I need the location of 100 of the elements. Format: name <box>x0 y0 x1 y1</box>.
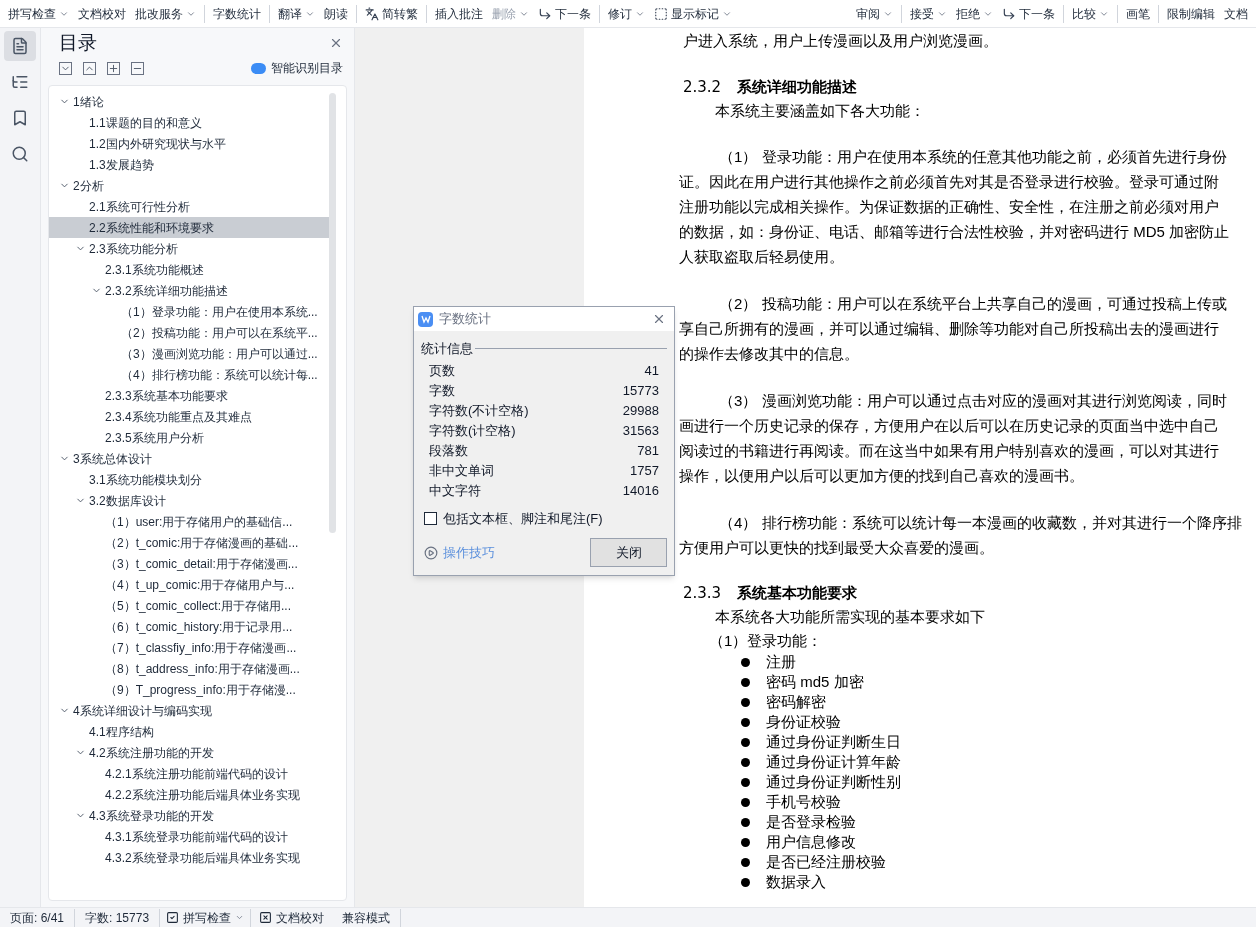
markup-icon <box>654 6 668 21</box>
stat-value: 1757 <box>630 461 659 480</box>
bullet-text: 身份证校验 <box>766 711 841 732</box>
toc-item[interactable]: （3）漫画浏览功能：用户可以通过... <box>49 343 329 364</box>
rail-tab[interactable] <box>4 31 36 61</box>
toolbar-button[interactable]: 画笔 <box>1126 4 1150 23</box>
body-text: （2） 投稿功能：用户可以在系统平台上共享自己的漫画，可通过投稿上传或 <box>718 294 1228 314</box>
toc-item[interactable]: 4.3.2系统登录功能后端具体业务实现 <box>49 847 329 868</box>
toolbar-button[interactable]: 修订 <box>608 4 645 23</box>
body-text: （3） 漫画浏览功能：用户可以通过点击对应的漫画对其进行浏览阅读，同时 <box>718 391 1228 411</box>
toc-item[interactable]: 1.1课题的目的和意义 <box>49 112 329 133</box>
outline-icon <box>11 37 29 55</box>
toolbar-button[interactable]: 文档 <box>1224 4 1248 23</box>
toolbar-button[interactable]: 显示标记 <box>654 4 732 23</box>
toc-item[interactable]: 2.3.2系统详细功能描述 <box>49 280 329 301</box>
stat-label: 字数 <box>429 381 455 400</box>
toolbar-button[interactable]: 限制编辑 <box>1167 4 1215 23</box>
bullet-text: 数据录入 <box>766 871 826 892</box>
caret-icon <box>235 913 245 922</box>
toc-item[interactable]: （8）t_address_info:用于存储漫画... <box>49 658 329 679</box>
close-icon[interactable] <box>329 36 343 50</box>
checkbox[interactable] <box>424 511 437 525</box>
toc-item[interactable]: 2分析 <box>49 175 329 196</box>
app-logo-icon <box>418 311 433 327</box>
stat-label: 字符数(计空格) <box>429 421 516 440</box>
toc-item[interactable]: 4.2.2系统注册功能后端具体业务实现 <box>49 784 329 805</box>
toc-item[interactable]: 4.2.1系统注册功能前端代码的设计 <box>49 763 329 784</box>
body-text: 阅读过的书籍进行再阅读。而在这当中如果有用户特别喜欢的漫画，可以对其进行 <box>679 441 1220 461</box>
toc-item[interactable]: （5）t_comic_collect:用于存储用... <box>49 595 329 616</box>
tree-icon <box>11 73 29 91</box>
toc-item[interactable]: 1.3发展趋势 <box>49 154 329 175</box>
search-icon <box>11 145 29 163</box>
toc-item[interactable]: 2.3.4系统功能重点及其难点 <box>49 406 329 427</box>
toolbar-button[interactable]: 拒绝 <box>956 4 993 23</box>
collapse-icon[interactable] <box>59 61 72 75</box>
spell-check-button[interactable]: 拼写检查 <box>160 908 252 927</box>
bullet-icon <box>741 717 750 727</box>
bullet-text: 密码解密 <box>766 691 826 712</box>
toc-item[interactable]: 2.2系统性能和环境要求 <box>49 217 329 238</box>
toolbar-button[interactable]: 批改服务 <box>135 4 196 23</box>
minus-icon[interactable] <box>131 61 144 75</box>
toolbar-button[interactable]: 翻译 <box>278 4 315 23</box>
body-text: 本系统主要涵盖如下各大功能： <box>714 101 926 121</box>
bullet-icon <box>741 737 750 747</box>
toolbar-button[interactable]: 文档校对 <box>78 4 126 23</box>
stat-label: 中文字符 <box>429 481 481 500</box>
toc-item[interactable]: （4）t_up_comic:用于存储用户与... <box>49 574 329 595</box>
bullet-icon <box>741 837 750 847</box>
toolbar-button[interactable]: 下一条 <box>1002 4 1055 23</box>
scrollbar-thumb[interactable] <box>329 93 336 533</box>
toc-item[interactable]: 1.2国内外研究现状与水平 <box>49 133 329 154</box>
toc-item[interactable]: （1）user:用于存储用户的基础信... <box>49 511 329 532</box>
toc-item[interactable]: 3.1系统功能模块划分 <box>49 469 329 490</box>
toc-item[interactable]: 4系统详细设计与编码实现 <box>49 700 329 721</box>
toolbar-button[interactable]: 下一条 <box>538 4 591 23</box>
stat-label: 字符数(不计空格) <box>429 401 529 420</box>
toolbar-button[interactable]: 插入批注 <box>435 4 483 23</box>
toc-item[interactable]: 4.3系统登录功能的开发 <box>49 805 329 826</box>
toolbar-button[interactable]: 接受 <box>910 4 947 23</box>
toolbar-button[interactable]: 朗读 <box>324 4 348 23</box>
mode-label: 兼容模式 <box>332 908 402 927</box>
toc-item[interactable]: 4.1程序结构 <box>49 721 329 742</box>
toolbar-button[interactable]: 拼写检查 <box>8 4 69 23</box>
toc-item[interactable]: 2.3.3系统基本功能要求 <box>49 385 329 406</box>
toc-item[interactable]: 3系统总体设计 <box>49 448 329 469</box>
toc-item[interactable]: 4.3.1系统登录功能前端代码的设计 <box>49 826 329 847</box>
toc-item[interactable]: 2.3.1系统功能概述 <box>49 259 329 280</box>
toc-item[interactable]: 1绪论 <box>49 91 329 112</box>
body-text: 本系统各大功能所需实现的基本要求如下 <box>714 607 986 627</box>
toc-item[interactable]: 3.2数据库设计 <box>49 490 329 511</box>
toc-item[interactable]: （1）登录功能：用户在使用本系统... <box>49 301 329 322</box>
body-text: 证。因此在用户进行其他操作之前必须首先对其是否登录进行校验。登录可通过附 <box>679 172 1220 192</box>
close-icon[interactable] <box>652 312 666 326</box>
stat-label: 非中文单词 <box>429 461 494 480</box>
toolbar-button[interactable]: 字数统计 <box>213 4 261 23</box>
toc-item[interactable]: （6）t_comic_history:用于记录用... <box>49 616 329 637</box>
close-button[interactable]: 关闭 <box>590 538 667 567</box>
toc-item[interactable]: （2）投稿功能：用户可以在系统平... <box>49 322 329 343</box>
toc-item[interactable]: 4.2系统注册功能的开发 <box>49 742 329 763</box>
toolbar-button[interactable]: 简转繁 <box>365 4 418 23</box>
toc-item[interactable]: 2.3系统功能分析 <box>49 238 329 259</box>
toc-item[interactable]: （4）排行榜功能：系统可以统计每... <box>49 364 329 385</box>
expand-icon[interactable] <box>83 61 96 75</box>
toc-item[interactable]: （7）t_classfiy_info:用于存储漫画... <box>49 637 329 658</box>
toolbar-button[interactable]: 审阅 <box>856 4 893 23</box>
smart-toc-button[interactable]: 智能识别目录 <box>251 59 343 77</box>
page-indicator: 页面: 6/41 <box>0 908 76 927</box>
toolbar-button[interactable]: 比较 <box>1072 4 1109 23</box>
list-heading: （1）登录功能： <box>708 631 824 651</box>
plus-icon[interactable] <box>107 61 120 75</box>
toc-item[interactable]: 2.3.5系统用户分析 <box>49 427 329 448</box>
bullet-text: 通过身份证判断生日 <box>766 731 901 752</box>
proofread-button[interactable]: 文档校对 <box>251 908 333 927</box>
bullet-icon <box>741 877 750 887</box>
toc-item[interactable]: （2）t_comic:用于存储漫画的基础... <box>49 532 329 553</box>
toc-item[interactable]: （3）t_comic_detail:用于存储漫画... <box>49 553 329 574</box>
toc-item[interactable]: （9）T_progress_info:用于存储漫... <box>49 679 329 700</box>
bullet-icon <box>741 777 750 787</box>
toc-item[interactable]: 2.1系统可行性分析 <box>49 196 329 217</box>
bullet-text: 是否登录检验 <box>766 811 856 832</box>
